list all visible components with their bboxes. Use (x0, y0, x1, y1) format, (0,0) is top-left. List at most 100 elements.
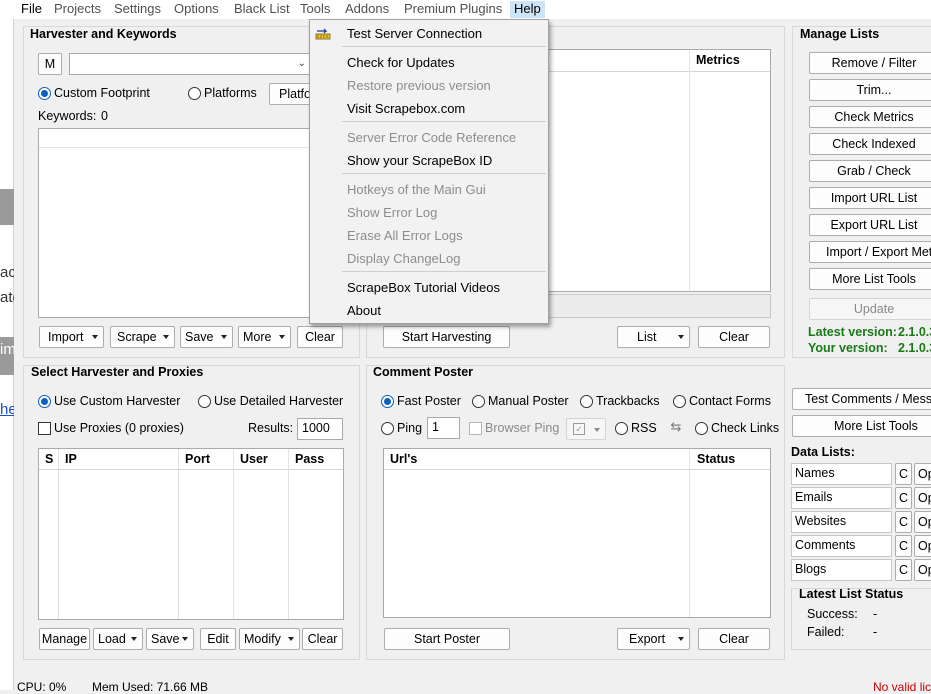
clear-names-button[interactable]: C (895, 463, 912, 485)
menu-options[interactable]: Options (174, 1, 219, 16)
more-list-tools-button[interactable]: More List Tools (809, 268, 931, 290)
clear-comments-button[interactable]: C (895, 535, 912, 557)
test-connection-icon (315, 26, 331, 40)
data-list-websites[interactable]: Websites (791, 511, 892, 533)
menu-check-for-updates[interactable]: Check for Updates (347, 55, 455, 70)
footprint-select[interactable]: ⌄ (69, 53, 313, 75)
proxies-grid[interactable]: S IP Port User Pass (38, 448, 344, 620)
ping-radio[interactable] (381, 422, 394, 435)
open-emails-button[interactable]: Op (914, 487, 931, 509)
menu-premium-plugins[interactable]: Premium Plugins (404, 1, 502, 16)
start-harvesting-button[interactable]: Start Harvesting (383, 326, 510, 348)
trackbacks-radio[interactable] (580, 395, 593, 408)
menu-separator (342, 46, 546, 47)
use-custom-harvester-radio[interactable] (38, 395, 51, 408)
menu-black-list[interactable]: Black List (234, 1, 290, 16)
contact-forms-radio[interactable] (673, 395, 686, 408)
browser-select[interactable]: ✓ (566, 418, 606, 440)
ping-count-input[interactable]: 1 (427, 417, 460, 439)
start-poster-button[interactable]: Start Poster (384, 628, 510, 650)
check-metrics-button[interactable]: Check Metrics (809, 106, 931, 128)
results-input[interactable]: 1000 (297, 418, 343, 440)
your-version-value: 2.1.0.3 (898, 341, 931, 355)
open-names-button[interactable]: Op (914, 463, 931, 485)
menu-settings[interactable]: Settings (114, 1, 161, 16)
open-comments-button[interactable]: Op (914, 535, 931, 557)
platforms-radio[interactable] (188, 87, 201, 100)
grab-check-button[interactable]: Grab / Check (809, 160, 931, 182)
export-button[interactable]: Export (617, 628, 690, 650)
import-button[interactable]: Import (39, 326, 104, 348)
edit-proxies-button[interactable]: Edit (200, 628, 236, 650)
swap-icon[interactable]: ⇆ (667, 419, 685, 437)
open-websites-button[interactable]: Op (914, 511, 931, 533)
fast-poster-label: Fast Poster (397, 394, 461, 408)
manage-lists-title: Manage Lists (800, 27, 880, 41)
update-button[interactable]: Update (809, 298, 931, 320)
trim-button[interactable]: Trim... (809, 79, 931, 101)
menu-restore-previous-version[interactable]: Restore previous version (347, 78, 491, 93)
col-user: User (240, 452, 268, 466)
browser-ping-checkbox[interactable] (469, 422, 482, 435)
menu-help[interactable]: Help (510, 1, 545, 18)
urls-grid[interactable]: Metrics (548, 49, 771, 292)
list-button[interactable]: List (617, 326, 690, 348)
clear-websites-button[interactable]: C (895, 511, 912, 533)
clear-emails-button[interactable]: C (895, 487, 912, 509)
menu-show-error-log[interactable]: Show Error Log (347, 205, 437, 220)
custom-footprint-radio[interactable] (38, 87, 51, 100)
clear-urls-button[interactable]: Clear (698, 326, 770, 348)
strip-link[interactable]: he (0, 401, 14, 418)
more-button[interactable]: More (238, 326, 291, 348)
menu-tutorial-videos[interactable]: ScrapeBox Tutorial Videos (347, 280, 500, 295)
keywords-textarea[interactable] (38, 128, 313, 318)
menu-hotkeys[interactable]: Hotkeys of the Main Gui (347, 182, 486, 197)
save-button[interactable]: Save (180, 326, 233, 348)
menu-erase-error-logs[interactable]: Erase All Error Logs (347, 228, 463, 243)
poster-grid[interactable]: Url's Status (383, 448, 771, 618)
use-proxies-checkbox[interactable] (38, 422, 51, 435)
open-blogs-button[interactable]: Op (914, 559, 931, 581)
menu-visit-scrapebox[interactable]: Visit Scrapebox.com (347, 101, 465, 116)
m-button[interactable]: M (38, 53, 62, 75)
menu-addons[interactable]: Addons (345, 1, 389, 16)
import-url-list-button[interactable]: Import URL List (809, 187, 931, 209)
menu-test-server-connection[interactable]: Test Server Connection (347, 26, 482, 41)
data-list-names[interactable]: Names (791, 463, 892, 485)
menu-server-error-code-reference[interactable]: Server Error Code Reference (347, 130, 516, 145)
menu-file[interactable]: File (21, 1, 42, 16)
data-list-blogs[interactable]: Blogs (791, 559, 892, 581)
menu-projects[interactable]: Projects (54, 1, 101, 16)
modify-proxies-button[interactable]: Modify (239, 628, 300, 650)
check-links-radio[interactable] (695, 422, 708, 435)
more-list-tools-poster-button[interactable]: More List Tools (792, 415, 931, 437)
scrape-button[interactable]: Scrape (110, 326, 175, 348)
menu-about[interactable]: About (347, 303, 381, 318)
clear-proxies-button[interactable]: Clear (302, 628, 343, 650)
menu-display-changelog[interactable]: Display ChangeLog (347, 251, 460, 266)
clear-keywords-button[interactable]: Clear (297, 326, 343, 348)
remove-filter-button[interactable]: Remove / Filter (809, 52, 931, 74)
export-url-list-button[interactable]: Export URL List (809, 214, 931, 236)
fast-poster-radio[interactable] (381, 395, 394, 408)
load-proxies-button[interactable]: Load (93, 628, 143, 650)
test-comments-button[interactable]: Test Comments / Mess (792, 388, 931, 410)
platforms-button[interactable]: Platfo (269, 83, 313, 105)
manage-proxies-button[interactable]: Manage (39, 628, 90, 650)
data-list-emails[interactable]: Emails (791, 487, 892, 509)
menu-tools[interactable]: Tools (300, 1, 330, 16)
menu-show-scrapebox-id[interactable]: Show your ScrapeBox ID (347, 153, 492, 168)
rss-radio[interactable] (615, 422, 628, 435)
col-separator (689, 50, 690, 291)
clear-poster-button[interactable]: Clear (698, 628, 770, 650)
data-list-comments[interactable]: Comments (791, 535, 892, 557)
save-proxies-button[interactable]: Save (146, 628, 194, 650)
help-dropdown-menu: Test Server Connection Check for Updates… (309, 19, 549, 324)
background-window-strip: ac ate im he (0, 19, 14, 690)
browser-ping-label: Browser Ping (485, 421, 560, 435)
clear-blogs-button[interactable]: C (895, 559, 912, 581)
import-export-metrics-button[interactable]: Import / Export Metri (809, 241, 931, 263)
check-indexed-button[interactable]: Check Indexed (809, 133, 931, 155)
use-detailed-harvester-radio[interactable] (198, 395, 211, 408)
manual-poster-radio[interactable] (472, 395, 485, 408)
